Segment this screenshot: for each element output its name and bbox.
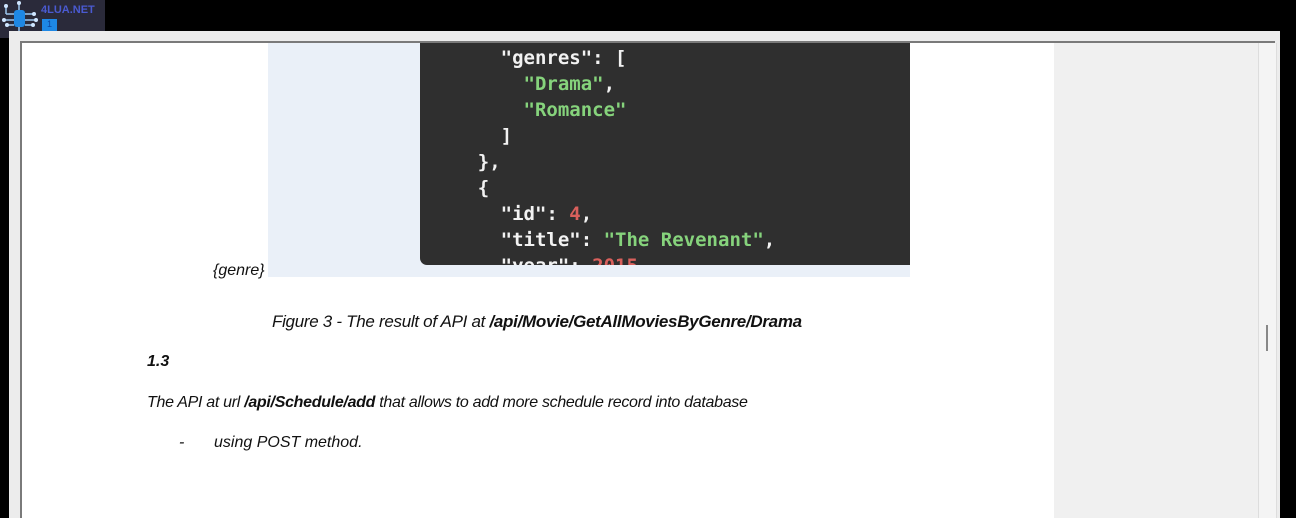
para-suffix: that allows to add more schedule record … [375,394,748,411]
code-drama: "Drama" [523,73,604,95]
logo-text: 4LUA.NET [41,4,95,16]
figure-caption: Figure 3 - The result of API at /api/Mov… [272,312,802,332]
paragraph: The API at url /api/Schedule/add that al… [147,394,748,412]
code-title-key: "title" [500,229,581,251]
code-year-value: 2015 [592,255,638,265]
bullet-marker: - [179,434,185,451]
code-year-key: "year" [501,255,570,265]
json-code-screenshot: "genres": [ "Drama", "Romance" ] }, { "i… [420,43,910,265]
side-panel [1054,43,1258,518]
code-genres-key: "genres" [500,47,593,69]
bullet-text: using POST method. [214,434,363,451]
code-id-value: 4 [569,203,581,225]
code-title-value: "The Revenant" [603,229,764,251]
code-romance: "Romance" [523,99,627,121]
code-id-key: "id" [500,203,547,225]
caption-prefix: Figure 3 - The result of API at [272,312,490,331]
para-prefix: The API at url [147,394,245,411]
vertical-scrollbar[interactable] [1258,43,1277,518]
scrollbar-thumb[interactable] [1266,325,1268,351]
caption-path: /api/Movie/GetAllMoviesByGenre/Drama [489,312,802,331]
frame-border-left [20,41,22,518]
section-number: 1.3 [147,353,170,370]
para-path: /api/Schedule/add [244,394,376,411]
genre-placeholder: {genre} [213,262,265,279]
